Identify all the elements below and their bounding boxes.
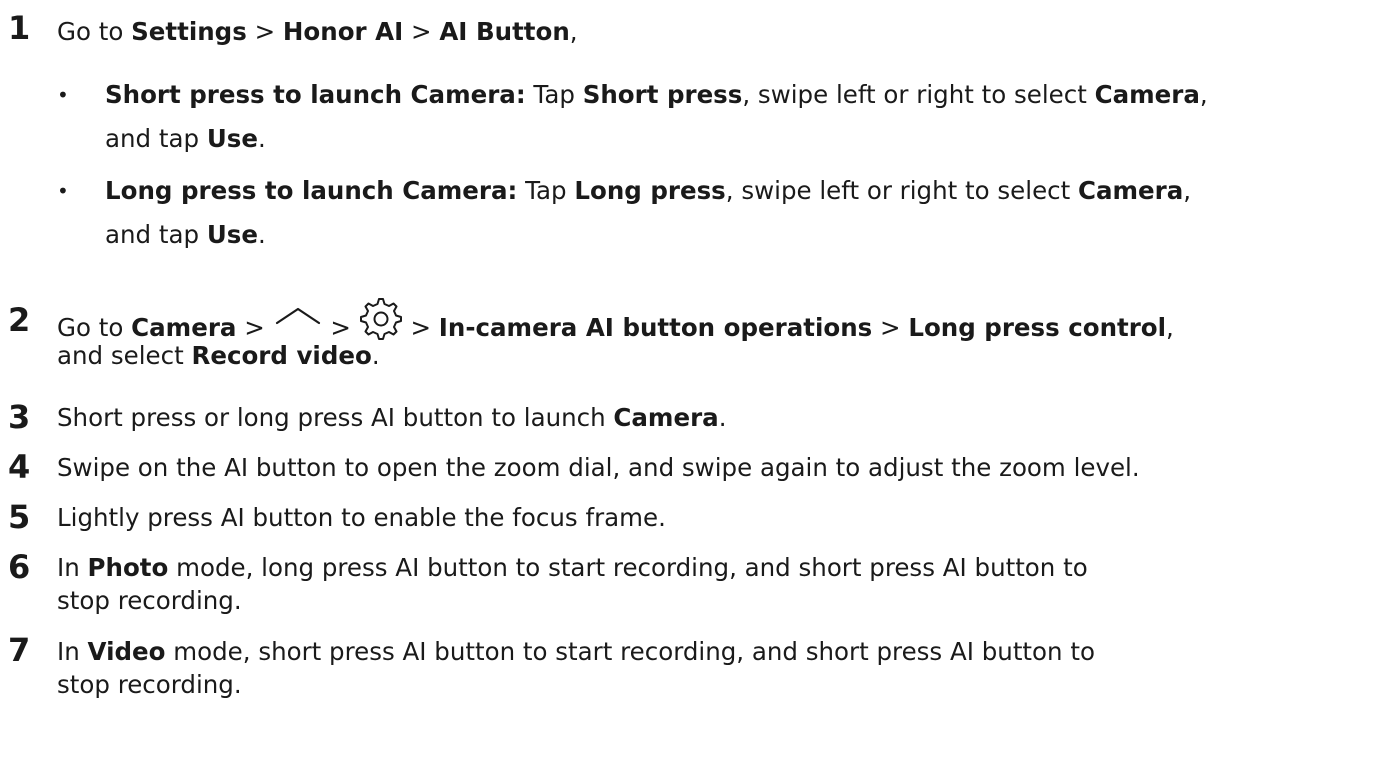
text-run: , swipe left or right to select xyxy=(725,176,1079,205)
text-run: mode, long press AI button to start reco… xyxy=(168,553,1088,582)
separator: > xyxy=(322,313,359,342)
in-camera-ai-path: In-camera AI button operations xyxy=(438,313,873,342)
record-video-label: Record video xyxy=(191,341,372,370)
text-run: Short press or long press AI button to l… xyxy=(57,403,614,432)
text-run: Go to xyxy=(57,313,132,342)
use-label: Use xyxy=(206,124,258,153)
honor-ai-path: Honor AI xyxy=(282,17,404,46)
short-press-label: Short press xyxy=(582,80,743,109)
text-run: , swipe left or right to select xyxy=(742,80,1095,109)
bullet-heading: Long press to launch Camera: xyxy=(105,176,518,205)
bullet-line: Short press to launch Camera: Tap Short … xyxy=(105,72,1208,118)
video-mode-label: Video xyxy=(87,637,166,666)
separator: > xyxy=(246,17,283,46)
step-number: 1 xyxy=(8,9,31,47)
text-run: and tap xyxy=(105,220,207,249)
text-run: . xyxy=(257,124,266,153)
text-run: mode, short press AI button to start rec… xyxy=(165,637,1095,666)
step-text: stop recording. xyxy=(57,586,242,615)
bullet-line: and tap Use. xyxy=(105,116,266,162)
text-run: , xyxy=(1183,176,1192,205)
bullet-dot: • xyxy=(57,179,69,203)
ai-button-path: AI Button xyxy=(439,17,570,46)
bullet-line: and tap Use. xyxy=(105,212,266,258)
use-label: Use xyxy=(206,220,258,249)
camera-label: Camera xyxy=(1094,80,1200,109)
text-run: . xyxy=(371,341,380,370)
step-text: In Video mode, short press AI button to … xyxy=(57,636,1095,668)
chevron-up-icon xyxy=(273,303,323,335)
long-press-control-path: Long press control xyxy=(908,313,1167,342)
step-number: 6 xyxy=(8,548,31,586)
camera-label: Camera xyxy=(1078,176,1184,205)
text-run: , xyxy=(1199,80,1208,109)
text-run: , xyxy=(1166,313,1174,342)
separator: > xyxy=(402,313,439,342)
long-press-label: Long press xyxy=(574,176,726,205)
text-run: In xyxy=(57,637,88,666)
text-run: and tap xyxy=(105,124,207,153)
photo-mode-label: Photo xyxy=(87,553,169,582)
step-text: Go to Settings > Honor AI > AI Button, xyxy=(57,16,578,48)
settings-path: Settings xyxy=(131,17,247,46)
text-run: Tap xyxy=(517,176,575,205)
step-text: In Photo mode, long press AI button to s… xyxy=(57,552,1088,584)
bullet-line: Long press to launch Camera: Tap Long pr… xyxy=(105,168,1191,214)
text-run: , xyxy=(569,17,578,46)
step-number: 3 xyxy=(8,398,31,436)
step-text: Lightly press AI button to enable the fo… xyxy=(57,503,666,532)
gear-icon xyxy=(359,297,403,341)
bullet-dot: • xyxy=(57,83,69,107)
step-text: Swipe on the AI button to open the zoom … xyxy=(57,453,1140,482)
text-run: Tap xyxy=(525,80,583,109)
text-run: . xyxy=(718,403,727,432)
step-text: and select Record video. xyxy=(57,340,380,372)
step-text: stop recording. xyxy=(57,670,242,699)
bullet-heading: Short press to launch Camera: xyxy=(105,80,526,109)
step-number: 4 xyxy=(8,448,31,486)
separator: > xyxy=(403,17,440,46)
camera-path: Camera xyxy=(131,313,237,342)
step-number: 7 xyxy=(8,631,31,669)
text-run: and select xyxy=(57,341,192,370)
separator: > xyxy=(236,313,273,342)
text-run: In xyxy=(57,553,88,582)
step-number: 2 xyxy=(8,301,31,339)
separator: > xyxy=(872,313,909,342)
step-number: 5 xyxy=(8,498,31,536)
text-run: . xyxy=(257,220,266,249)
text-run: Go to xyxy=(57,17,132,46)
step-text: Short press or long press AI button to l… xyxy=(57,402,727,434)
camera-label: Camera xyxy=(613,403,719,432)
